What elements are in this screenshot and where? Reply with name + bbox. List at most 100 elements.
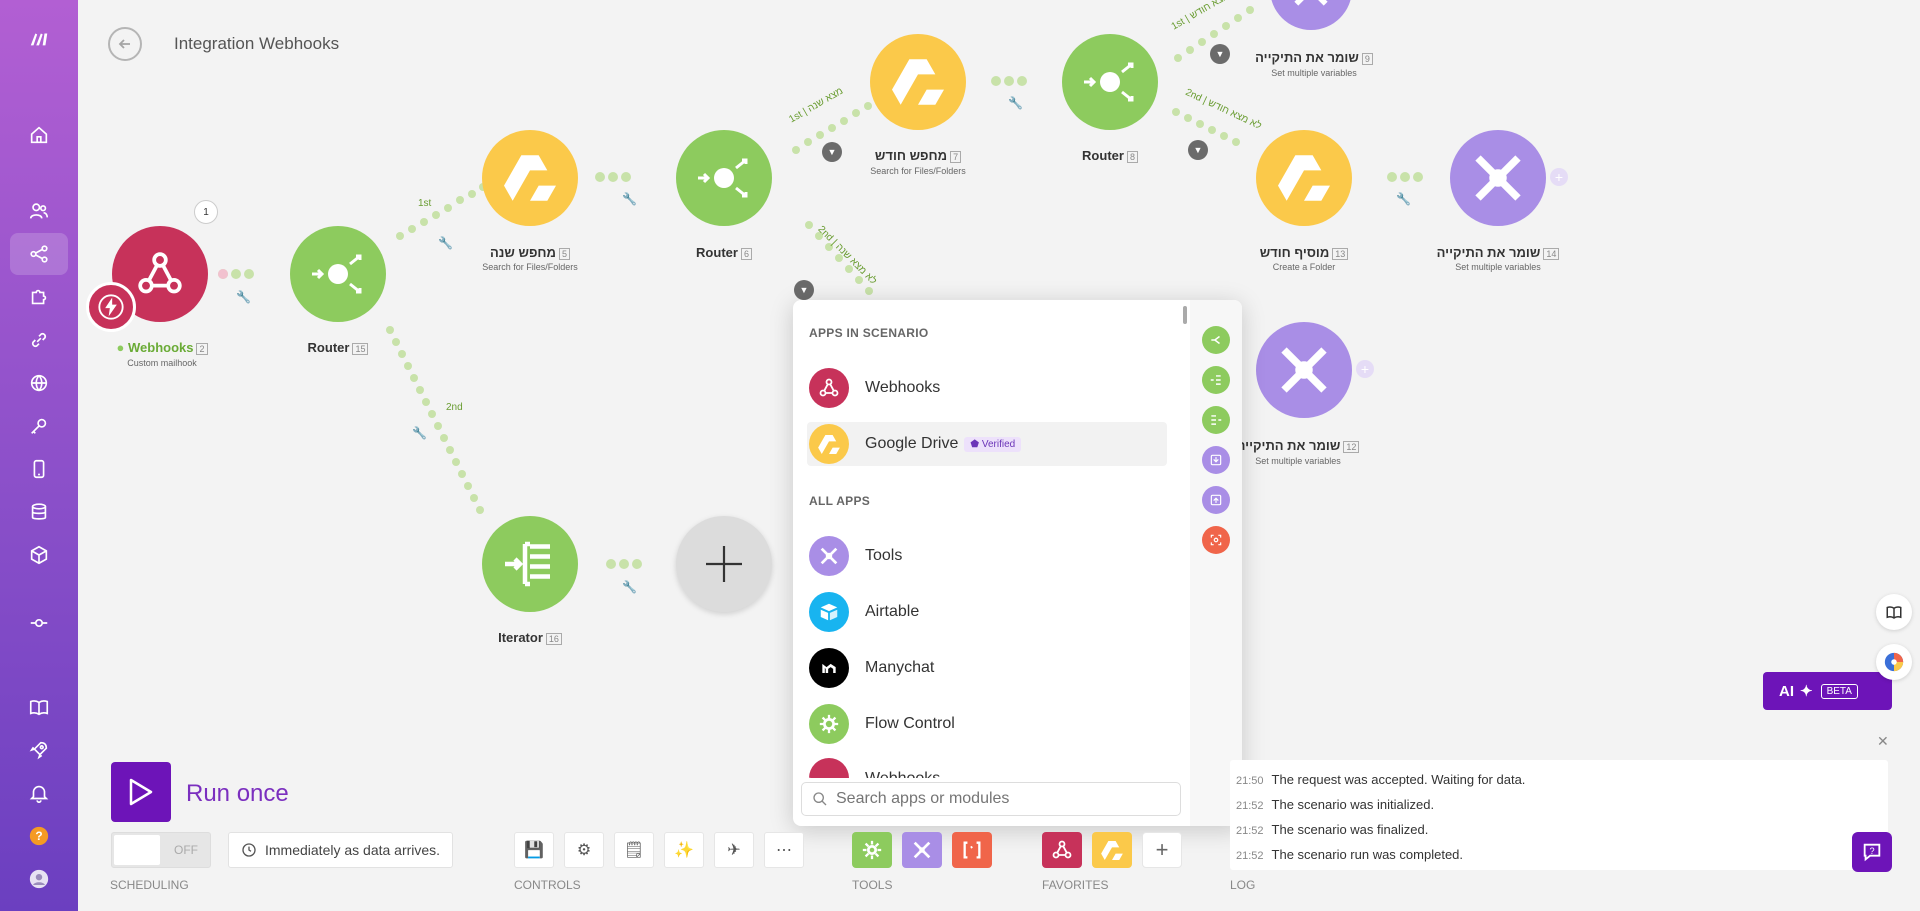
download-filter-icon[interactable] <box>1202 446 1230 474</box>
wrench-icon[interactable]: 🔧 <box>1008 96 1023 110</box>
mobile-icon[interactable] <box>10 448 68 490</box>
notes-button[interactable]: 🗒 <box>614 832 654 868</box>
filter-icon[interactable]: ▼ <box>822 142 842 162</box>
search-year-module[interactable] <box>482 130 578 226</box>
webhooks-label: ● Webhooks 2 <box>102 340 222 355</box>
google-drive-icon <box>809 424 849 464</box>
tool-text-parser-button[interactable] <box>952 832 992 868</box>
commit-icon[interactable] <box>10 602 68 644</box>
tools-label: TOOLS <box>852 878 893 892</box>
book-icon <box>1886 606 1902 619</box>
add-month-module[interactable] <box>1256 130 1352 226</box>
picker-scrollbar[interactable] <box>1183 306 1187 324</box>
google-drive-icon <box>892 59 944 105</box>
help-circle-icon[interactable]: ? <box>10 815 68 857</box>
cube-icon[interactable] <box>10 534 68 576</box>
share-scenarios-icon[interactable] <box>10 233 68 275</box>
save-folder-mid-module[interactable] <box>1256 322 1352 418</box>
close-log-icon[interactable]: ✕ <box>1877 733 1889 750</box>
more-options-button[interactable]: ⋯ <box>764 832 804 868</box>
settings-button[interactable]: ⚙ <box>564 832 604 868</box>
google-drive-icon <box>1278 155 1330 201</box>
upload-filter-icon[interactable] <box>1202 486 1230 514</box>
search-filter-icon[interactable] <box>1202 526 1230 554</box>
auto-align-button[interactable]: ✨ <box>664 832 704 868</box>
link-icon[interactable] <box>10 319 68 361</box>
search-input[interactable] <box>836 790 1156 808</box>
run-once-label[interactable]: Run once <box>186 780 289 808</box>
home-icon[interactable] <box>10 114 68 156</box>
database-icon[interactable] <box>10 491 68 533</box>
router-icon <box>698 158 748 198</box>
webhook-icon <box>809 368 849 408</box>
back-button[interactable] <box>108 27 142 61</box>
save-folder-top-label: שומר את התיקייה 9 <box>1244 50 1384 65</box>
picker-item-airtable[interactable]: Airtable <box>807 590 1167 634</box>
ai-assistant-button[interactable]: AI ✦ BETA <box>1763 672 1892 710</box>
tool-flow-control-button[interactable] <box>852 832 892 868</box>
wrench-icon[interactable]: 🔧 <box>438 236 453 250</box>
search-month-label: מחפש חודש 7 <box>858 148 978 163</box>
search-year-label: מחפש שנה 5 <box>470 245 590 260</box>
scheduling-toggle[interactable]: OFF <box>111 832 211 868</box>
puzzle-icon[interactable] <box>10 276 68 318</box>
picker-item-flow-control[interactable]: Flow Control <box>807 702 1167 746</box>
globe-icon[interactable] <box>10 362 68 404</box>
key-icon[interactable] <box>10 405 68 447</box>
aggregator-filter-icon[interactable] <box>1202 406 1230 434</box>
operation-count-badge[interactable]: 1 <box>194 200 218 224</box>
filter-icon[interactable]: ▼ <box>1210 44 1230 64</box>
explain-flow-button[interactable]: ✈ <box>714 832 754 868</box>
router-15-module[interactable] <box>290 226 386 322</box>
schedule-setting[interactable]: Immediately as data arrives. <box>228 832 454 868</box>
router-8-module[interactable] <box>1062 34 1158 130</box>
sparkle-icon: ✦ <box>1800 683 1813 700</box>
picker-item-webhooks-all[interactable]: Webhooks <box>807 758 1167 778</box>
add-module-icon[interactable]: + <box>1550 168 1568 186</box>
save-folder-right-module[interactable] <box>1450 130 1546 226</box>
color-picker-button[interactable] <box>1876 644 1912 680</box>
wrench-icon[interactable]: 🔧 <box>412 426 427 440</box>
make-logo-icon[interactable] <box>10 18 68 60</box>
iterator-filter-icon[interactable] <box>1202 366 1230 394</box>
picker-item-google-drive[interactable]: Google Drive ⬟ Verified <box>807 422 1167 466</box>
module-picker[interactable]: APPS IN SCENARIO Webhooks Google Drive ⬟… <box>793 300 1242 826</box>
wrench-icon[interactable]: 🔧 <box>622 580 637 594</box>
picker-item-tools[interactable]: Tools <box>807 534 1167 578</box>
picker-search[interactable] <box>801 782 1181 816</box>
wrench-icon[interactable]: 🔧 <box>622 192 637 206</box>
run-once-button[interactable] <box>111 762 171 822</box>
iterator-module[interactable] <box>482 516 578 612</box>
filter-icon[interactable]: ▼ <box>1188 140 1208 160</box>
avatar[interactable] <box>10 858 68 900</box>
favorite-google-drive-button[interactable] <box>1092 832 1132 868</box>
clock-icon <box>242 843 256 857</box>
docs-button[interactable] <box>1876 594 1912 630</box>
log-entry: 21:52 The scenario was finalized. <box>1236 822 1429 837</box>
favorites-label: FAVORITES <box>1042 878 1109 892</box>
wrench-icon[interactable]: 🔧 <box>236 290 251 304</box>
router-6-module[interactable] <box>676 130 772 226</box>
users-icon[interactable] <box>10 190 68 232</box>
filter-icon[interactable]: ▼ <box>794 280 814 300</box>
picker-item-manychat[interactable]: Manychat <box>807 646 1167 690</box>
google-drive-icon <box>504 155 556 201</box>
all-apps-heading: ALL APPS <box>809 494 871 508</box>
tools-icon <box>913 841 931 859</box>
bell-icon[interactable] <box>10 772 68 814</box>
search-month-module[interactable] <box>870 34 966 130</box>
tool-tools-button[interactable] <box>902 832 942 868</box>
router-filter-icon[interactable] <box>1202 326 1230 354</box>
add-module-placeholder[interactable] <box>676 516 772 612</box>
add-module-icon[interactable]: + <box>1356 360 1374 378</box>
favorite-webhooks-button[interactable] <box>1042 832 1082 868</box>
chat-help-button[interactable]: ? <box>1852 832 1892 872</box>
rocket-icon[interactable] <box>10 729 68 771</box>
picker-item-webhooks[interactable]: Webhooks <box>807 366 1167 410</box>
iterator-icon <box>505 541 550 587</box>
brackets-icon <box>963 841 981 859</box>
add-favorite-button[interactable]: + <box>1142 832 1182 868</box>
save-button[interactable]: 💾 <box>514 832 554 868</box>
book-icon[interactable] <box>10 686 68 728</box>
wrench-icon[interactable]: 🔧 <box>1396 192 1411 206</box>
